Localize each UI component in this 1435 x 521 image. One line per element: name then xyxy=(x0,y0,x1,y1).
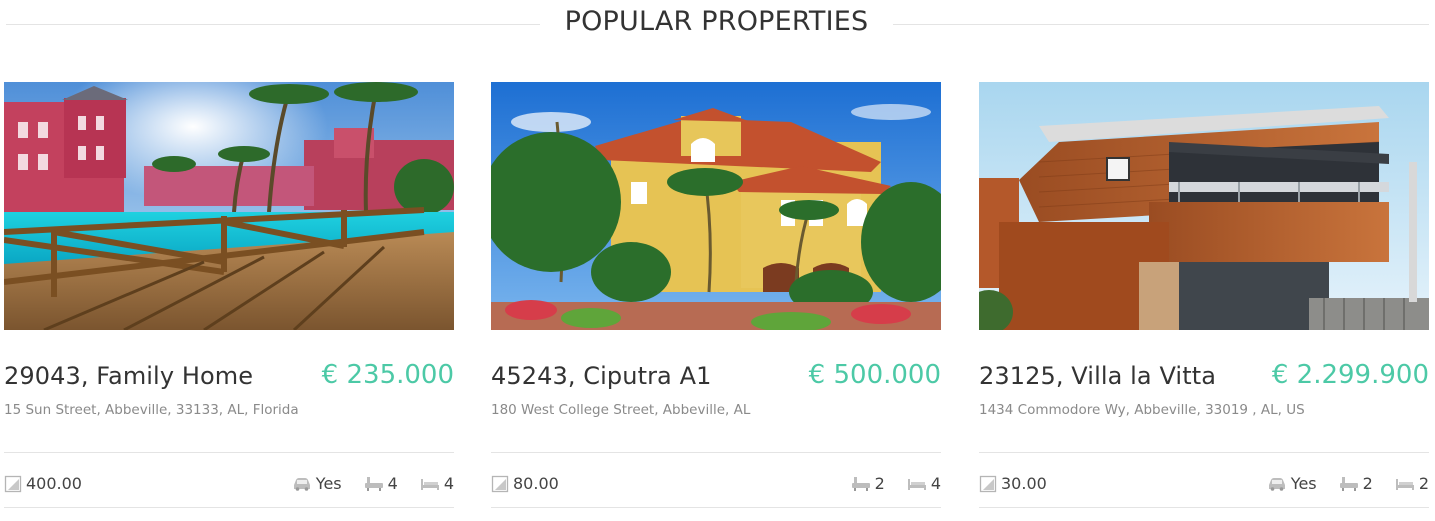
divider xyxy=(4,507,454,508)
garage-value: Yes xyxy=(1290,474,1317,493)
property-title[interactable]: 45243, Ciputra A1 xyxy=(491,362,711,390)
area-feature: 30.00 xyxy=(979,474,1047,493)
garage-feature: Yes xyxy=(292,474,342,493)
header-rule-left xyxy=(6,24,540,25)
beds-feature: 4 xyxy=(907,474,941,493)
property-title[interactable]: 23125, Villa la Vitta xyxy=(979,362,1216,390)
bed-icon xyxy=(907,477,927,491)
beds-value: 4 xyxy=(443,474,454,493)
beds-feature: 2 xyxy=(1395,474,1429,493)
baths-feature: 2 xyxy=(1339,474,1373,493)
garage-value: Yes xyxy=(315,474,342,493)
divider xyxy=(491,507,941,508)
baths-value: 4 xyxy=(387,474,398,493)
baths-feature: 2 xyxy=(851,474,885,493)
title-row: 23125, Villa la Vitta € 2.299.900 xyxy=(979,360,1429,400)
divider xyxy=(979,507,1429,508)
beds-value: 4 xyxy=(930,474,941,493)
property-features: 400.00 Yes 4 4 xyxy=(4,453,454,507)
car-icon xyxy=(1267,477,1287,491)
property-photo[interactable] xyxy=(979,82,1429,330)
property-price: € 2.299.900 xyxy=(1271,360,1429,390)
section-header: POPULAR PROPERTIES xyxy=(0,0,1435,48)
bathtub-icon xyxy=(364,476,384,492)
area-icon xyxy=(4,475,22,493)
area-value: 400.00 xyxy=(26,474,82,493)
property-card[interactable]: 45243, Ciputra A1 € 500.000 180 West Col… xyxy=(491,82,941,508)
baths-value: 2 xyxy=(1362,474,1373,493)
resort-pool-photo xyxy=(4,82,454,330)
area-feature: 80.00 xyxy=(491,474,559,493)
yellow-villa-photo xyxy=(491,82,941,330)
modern-wooden-house-photo xyxy=(979,82,1429,330)
area-icon xyxy=(491,475,509,493)
property-photo[interactable] xyxy=(491,82,941,330)
amenities: Yes 4 4 xyxy=(292,474,454,493)
property-card[interactable]: 23125, Villa la Vitta € 2.299.900 1434 C… xyxy=(979,82,1429,508)
property-card[interactable]: 29043, Family Home € 235.000 15 Sun Stre… xyxy=(4,82,454,508)
baths-value: 2 xyxy=(874,474,885,493)
baths-feature: 4 xyxy=(364,474,398,493)
beds-feature: 4 xyxy=(420,474,454,493)
property-features: 30.00 Yes 2 2 xyxy=(979,453,1429,507)
area-value: 80.00 xyxy=(513,474,559,493)
header-rule-right xyxy=(893,24,1429,25)
section-title: POPULAR PROPERTIES xyxy=(564,6,869,37)
bathtub-icon xyxy=(851,476,871,492)
title-row: 45243, Ciputra A1 € 500.000 xyxy=(491,360,941,400)
area-value: 30.00 xyxy=(1001,474,1047,493)
property-address: 1434 Commodore Wy, Abbeville, 33019 , AL… xyxy=(979,402,1305,418)
property-address: 15 Sun Street, Abbeville, 33133, AL, Flo… xyxy=(4,402,299,418)
car-icon xyxy=(292,477,312,491)
amenities: 2 4 xyxy=(851,474,941,493)
title-row: 29043, Family Home € 235.000 xyxy=(4,360,454,400)
property-address: 180 West College Street, Abbeville, AL xyxy=(491,402,751,418)
property-photo[interactable] xyxy=(4,82,454,330)
beds-value: 2 xyxy=(1418,474,1429,493)
property-title[interactable]: 29043, Family Home xyxy=(4,362,253,390)
property-price: € 235.000 xyxy=(321,360,454,390)
bed-icon xyxy=(1395,477,1415,491)
garage-feature: Yes xyxy=(1267,474,1317,493)
amenities: Yes 2 2 xyxy=(1267,474,1429,493)
property-price: € 500.000 xyxy=(808,360,941,390)
area-feature: 400.00 xyxy=(4,474,82,493)
area-icon xyxy=(979,475,997,493)
property-features: 80.00 2 4 xyxy=(491,453,941,507)
bed-icon xyxy=(420,477,440,491)
bathtub-icon xyxy=(1339,476,1359,492)
